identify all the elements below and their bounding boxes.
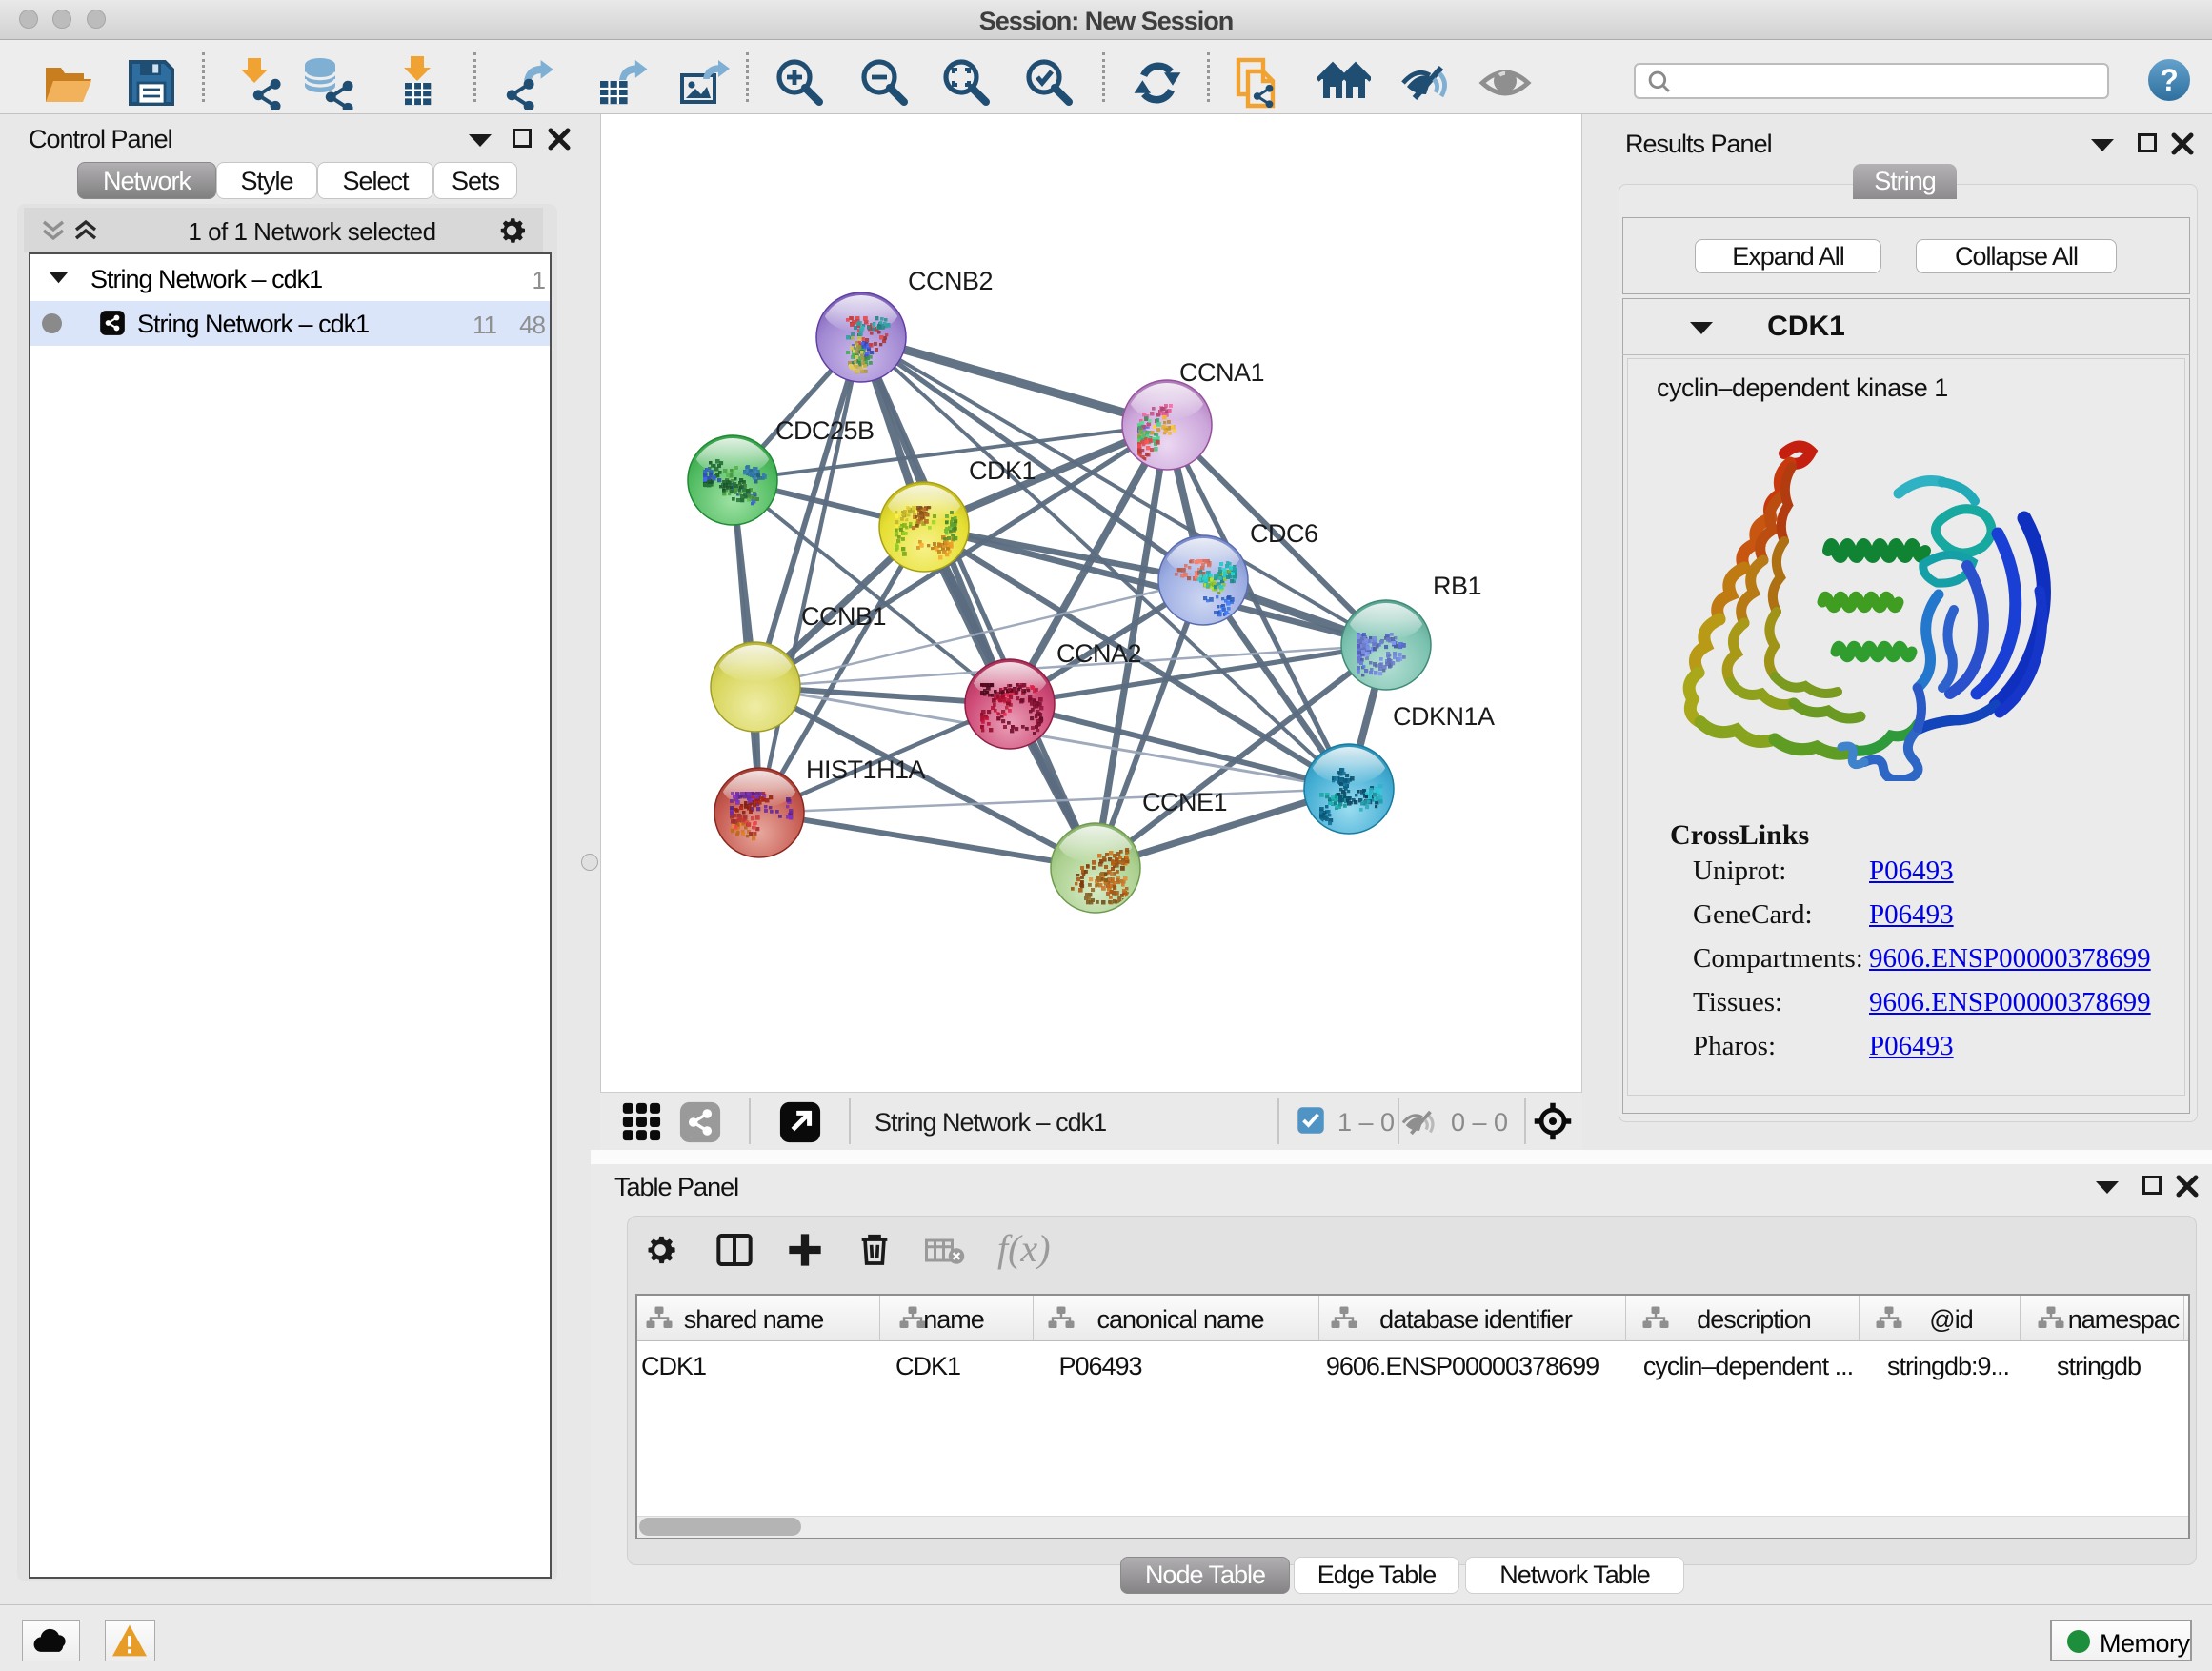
svg-text:CDC25B: CDC25B	[775, 416, 875, 445]
svg-text:CCNE1: CCNE1	[1142, 788, 1227, 816]
svg-text:CCNB2: CCNB2	[908, 267, 993, 295]
svg-text:CDC6: CDC6	[1250, 519, 1318, 548]
svg-text:CDKN1A: CDKN1A	[1393, 702, 1495, 731]
svg-text:RB1: RB1	[1433, 572, 1481, 600]
svg-text:HIST1H1A: HIST1H1A	[806, 755, 926, 784]
svg-text:CCNB1: CCNB1	[801, 602, 886, 631]
svg-text:CDK1: CDK1	[969, 456, 1036, 485]
svg-text:CCNA1: CCNA1	[1179, 358, 1264, 387]
svg-text:CCNA2: CCNA2	[1056, 639, 1141, 668]
